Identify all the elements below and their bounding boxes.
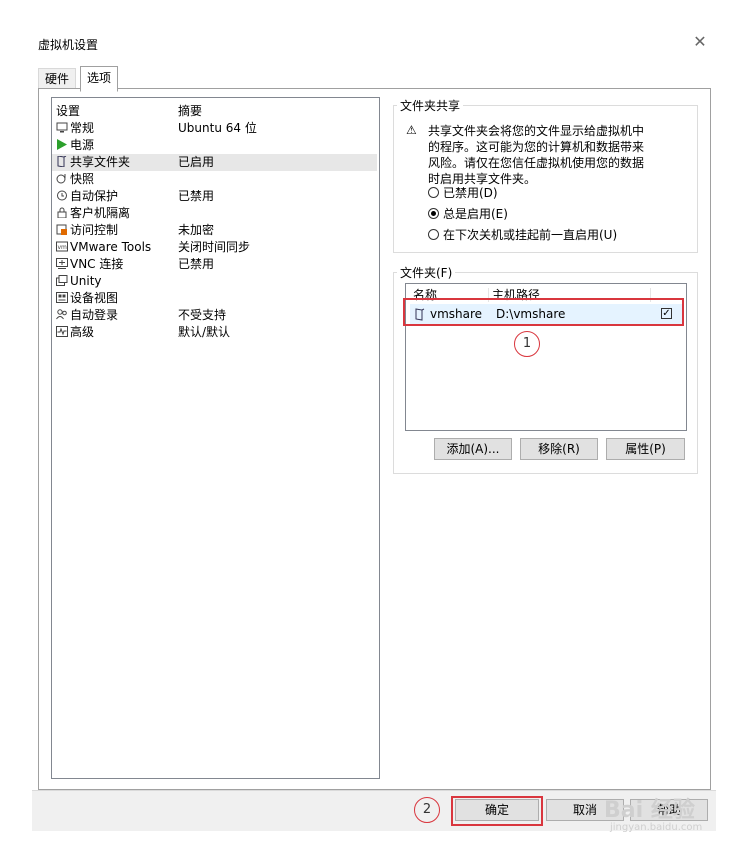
marker-2: 2 — [414, 797, 440, 823]
settings-item-label: 共享文件夹 — [70, 155, 131, 169]
radio-label: 在下次关机或挂起前一直启用(U) — [443, 228, 618, 242]
folder-sharing-title: 文件夹共享 — [397, 97, 464, 114]
tab-strip: 硬件 选项 — [38, 66, 158, 92]
header-setting: 设置 — [56, 104, 81, 118]
lock-icon — [56, 207, 68, 218]
settings-item-vmware-tools[interactable]: vm VMware Tools 关闭时间同步 — [52, 239, 377, 256]
radio-disabled[interactable]: 已禁用(D) — [428, 184, 498, 202]
close-icon[interactable]: ✕ — [690, 32, 710, 52]
tab-options[interactable]: 选项 — [80, 66, 119, 92]
remove-folder-button[interactable]: 移除(R) — [520, 438, 598, 460]
device-view-icon — [56, 292, 68, 303]
settings-item-label: 快照 — [70, 172, 95, 186]
header-name: 名称 — [413, 288, 438, 302]
folder-enabled-checkbox[interactable]: ✓ — [661, 308, 672, 319]
settings-list-header: 设置 摘要 — [52, 102, 379, 118]
snapshot-icon — [56, 173, 68, 184]
settings-item-summary: 未加密 — [178, 223, 215, 237]
settings-item-summary: 已启用 — [178, 155, 215, 169]
settings-item-summary: 默认/默认 — [178, 325, 231, 339]
users-icon — [56, 309, 68, 320]
svg-text:vm: vm — [58, 244, 68, 251]
settings-item-unity[interactable]: Unity — [52, 273, 377, 290]
radio-label: 已禁用(D) — [443, 186, 498, 200]
access-control-icon — [56, 224, 68, 235]
radio-until-poweroff[interactable]: 在下次关机或挂起前一直启用(U) — [428, 226, 617, 244]
settings-item-label: 高级 — [70, 325, 95, 339]
settings-item-label: 访问控制 — [70, 223, 119, 237]
settings-item-label: VMware Tools — [70, 240, 152, 254]
marker-1: 1 — [514, 331, 540, 357]
settings-item-label: 常规 — [70, 121, 95, 135]
vm-icon: vm — [56, 241, 68, 252]
settings-item-summary: 已禁用 — [178, 189, 215, 203]
shared-folder-icon — [414, 304, 426, 321]
shared-folder-icon — [56, 156, 68, 167]
settings-item-shared-folders[interactable]: 共享文件夹 已启用 — [52, 154, 377, 171]
settings-item-access-control[interactable]: 访问控制 未加密 — [52, 222, 377, 239]
tab-hardware[interactable]: 硬件 — [38, 68, 77, 89]
unity-icon — [56, 275, 68, 286]
add-folder-button[interactable]: 添加(A)... — [434, 438, 512, 460]
clock-icon — [56, 190, 68, 201]
settings-item-summary: Ubuntu 64 位 — [178, 121, 257, 135]
window-title: 虚拟机设置 — [38, 38, 99, 52]
settings-item-autologin[interactable]: 自动登录 不受支持 — [52, 307, 377, 324]
folders-list[interactable]: 名称 主机路径 vmshare D:\vmshare ✓ — [405, 283, 687, 431]
settings-list[interactable]: 设置 摘要 常规 Ubuntu 64 位 电源 共享文件夹 已启用 快照 自动保… — [51, 97, 380, 779]
settings-item-advanced[interactable]: 高级 默认/默认 — [52, 324, 377, 341]
settings-item-vnc[interactable]: VNC 连接 已禁用 — [52, 256, 377, 273]
settings-item-label: 自动登录 — [70, 308, 119, 322]
settings-item-label: 客户机隔离 — [70, 206, 131, 220]
radio-always-enabled[interactable]: 总是启用(E) — [428, 205, 508, 223]
folders-title: 文件夹(F) — [397, 264, 456, 281]
folder-name: vmshare — [430, 307, 483, 321]
header-summary: 摘要 — [178, 104, 203, 118]
folder-properties-button[interactable]: 属性(P) — [606, 438, 685, 460]
settings-item-label: 电源 — [70, 138, 95, 152]
sharing-warning-text: 共享文件夹会将您的文件显示给虚拟机中 的程序。这可能为您的计算机和数据带来 风险… — [428, 124, 645, 186]
warning-icon: ⚠ — [406, 123, 417, 137]
folders-list-header: 名称 主机路径 — [406, 288, 686, 302]
settings-item-summary: 关闭时间同步 — [178, 240, 251, 254]
folder-path: D:\vmshare — [496, 307, 566, 321]
settings-item-label: 自动保护 — [70, 189, 119, 203]
watermark-logo: Bai 经验 — [604, 798, 695, 823]
monitor-icon — [56, 122, 68, 133]
vnc-icon — [56, 258, 68, 269]
advanced-icon — [56, 326, 68, 337]
settings-item-summary: 已禁用 — [178, 257, 215, 271]
radio-label: 总是启用(E) — [443, 207, 508, 221]
settings-item-guest-isolation[interactable]: 客户机隔离 — [52, 205, 377, 222]
ok-button[interactable]: 确定 — [455, 799, 539, 821]
watermark-url: jingyan.baidu.com — [610, 822, 703, 833]
settings-item-summary: 不受支持 — [178, 308, 227, 322]
settings-item-label: 设备视图 — [70, 291, 119, 305]
settings-item-power[interactable]: 电源 — [52, 137, 377, 154]
play-icon — [56, 139, 68, 150]
settings-item-label: VNC 连接 — [70, 257, 124, 271]
settings-item-device-view[interactable]: 设备视图 — [52, 290, 377, 307]
settings-item-autoprotect[interactable]: 自动保护 已禁用 — [52, 188, 377, 205]
folder-row[interactable]: vmshare D:\vmshare ✓ — [410, 304, 682, 324]
settings-item-general[interactable]: 常规 Ubuntu 64 位 — [52, 120, 377, 137]
settings-item-label: Unity — [70, 274, 102, 288]
settings-item-snapshot[interactable]: 快照 — [52, 171, 377, 188]
header-path: 主机路径 — [492, 288, 541, 302]
